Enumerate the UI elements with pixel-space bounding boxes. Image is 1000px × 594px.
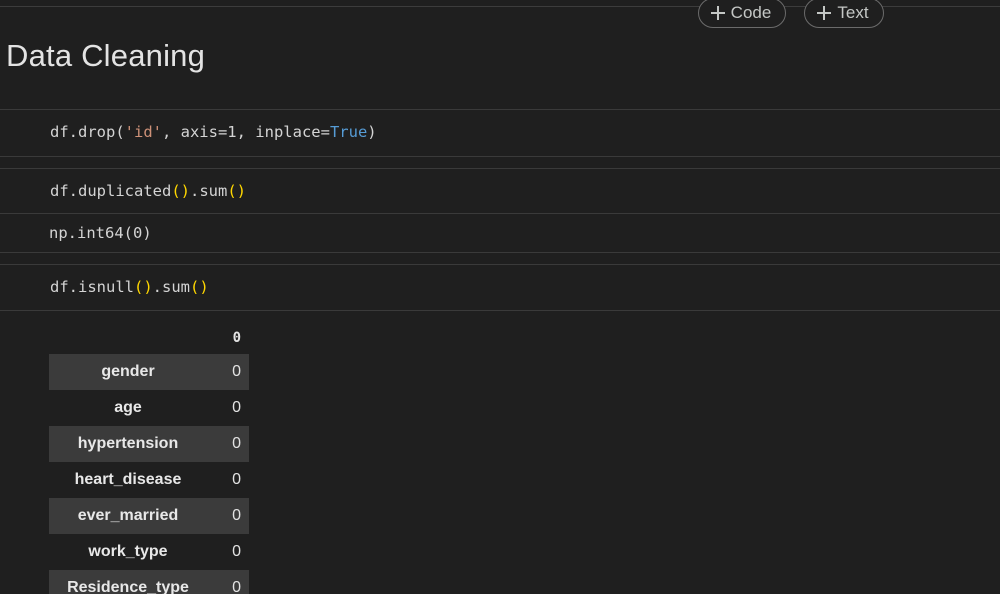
- row-value: 0: [232, 471, 241, 488]
- row-value: 0: [207, 570, 249, 594]
- table-row: ever_married 0: [49, 498, 249, 534]
- table-row: age 0: [49, 390, 249, 426]
- code-line[interactable]: df.isnull().sum(): [50, 278, 209, 296]
- table-index-header: [49, 322, 207, 354]
- plus-icon: [710, 6, 725, 20]
- cell-output-divider: [0, 213, 1000, 214]
- row-label: heart_disease: [74, 471, 182, 488]
- dataframe-output-table: 0 gender 0 age 0 hypertension 0 heart_di…: [49, 322, 249, 594]
- add-code-label: Code: [730, 3, 772, 22]
- code-cell-drop[interactable]: df.drop('id', axis=1, inplace=True): [0, 109, 1000, 157]
- notebook-page: Code Text Data Cleaning df.drop('id', ax…: [0, 0, 1000, 594]
- table-column-header: 0: [232, 330, 241, 346]
- cell-divider: [0, 252, 1000, 253]
- row-value: 0: [232, 399, 241, 416]
- row-label: Residence_type: [49, 570, 207, 594]
- add-text-label: Text: [837, 3, 869, 22]
- row-label: gender: [49, 354, 207, 390]
- row-label: hypertension: [49, 426, 207, 462]
- table-row: work_type 0: [49, 534, 249, 570]
- row-label: ever_married: [49, 498, 207, 534]
- code-cell-isnull[interactable]: df.isnull().sum(): [0, 264, 1000, 311]
- row-value: 0: [207, 354, 249, 390]
- row-label: age: [114, 399, 142, 416]
- code-line[interactable]: df.drop('id', axis=1, inplace=True): [50, 123, 377, 141]
- code-cell-duplicated[interactable]: df.duplicated().sum(): [0, 168, 1000, 214]
- table-row: Residence_type 0: [49, 570, 249, 594]
- code-line[interactable]: df.duplicated().sum(): [50, 182, 246, 200]
- table-row: heart_disease 0: [49, 462, 249, 498]
- row-value: 0: [207, 498, 249, 534]
- add-code-cell-button[interactable]: Code: [698, 0, 786, 28]
- table-row: gender 0: [49, 354, 249, 390]
- table-row: hypertension 0: [49, 426, 249, 462]
- row-value: 0: [207, 426, 249, 462]
- row-label: work_type: [88, 543, 168, 560]
- add-text-cell-button[interactable]: Text: [804, 0, 884, 28]
- row-value: 0: [232, 543, 241, 560]
- cell-output-text: np.int64(0): [49, 224, 152, 242]
- plus-icon: [817, 6, 832, 20]
- section-heading: Data Cleaning: [6, 38, 206, 73]
